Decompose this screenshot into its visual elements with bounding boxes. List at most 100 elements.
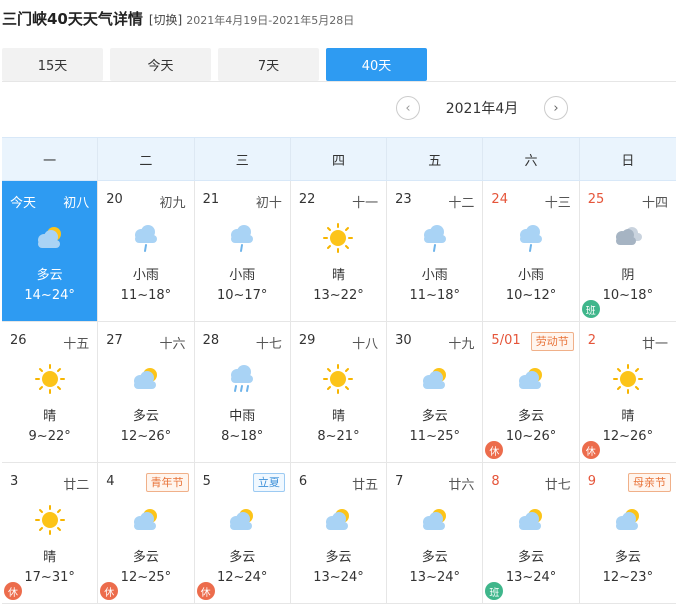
- day-cell[interactable]: 3 廿二晴 17~31° 休: [2, 463, 99, 604]
- temperature-range: 9~22°: [28, 429, 71, 444]
- day-cell[interactable]: 27 十六 多云 12~26°: [98, 322, 195, 463]
- lunar-date: 十九: [448, 337, 475, 352]
- forecast-tabs: 15天 今天 7天 40天: [2, 48, 427, 81]
- day-number: 29: [298, 333, 316, 348]
- day-number: 5: [202, 474, 211, 489]
- switch-city-link[interactable]: [切换]: [149, 11, 182, 28]
- weather-condition: 晴: [43, 409, 57, 424]
- tab-today[interactable]: 今天: [110, 48, 211, 81]
- day-cell[interactable]: 4 青年节 多云 12~25° 休: [98, 463, 195, 604]
- day-number: 26: [10, 333, 27, 348]
- day-cell[interactable]: 22 十一晴 13~22°: [290, 181, 388, 322]
- day-cell[interactable]: 23 十二 小雨 11~18°: [387, 181, 484, 322]
- chevron-left-icon: ‹: [405, 100, 411, 116]
- day-cell-today[interactable]: 今天 初八 多云 14~24°: [2, 181, 99, 322]
- day-number: 8: [491, 474, 500, 489]
- lunar-date: 十一: [352, 196, 379, 211]
- festival-tag: 立夏: [252, 473, 285, 492]
- date-range: 2021年4月19日-2021年5月28日: [186, 14, 355, 27]
- temperature-range: 11~18°: [409, 288, 461, 303]
- day-cell[interactable]: 6 廿五 多云 13~24°: [290, 463, 388, 604]
- day-cell[interactable]: 7 廿六 多云 13~24°: [387, 463, 484, 604]
- temperature-range: 8~18°: [221, 429, 264, 444]
- day-cell[interactable]: 25 十四阴 10~18° 班: [579, 181, 676, 322]
- sun-icon: [610, 363, 646, 395]
- workday-badge: 班: [485, 582, 504, 600]
- lunar-date: 廿二: [63, 478, 90, 493]
- tab-40-days[interactable]: 40天: [326, 48, 427, 81]
- weekday-mon: 一: [2, 138, 99, 180]
- partly-cloudy-icon: [513, 504, 549, 536]
- day-cell[interactable]: 9 母亲节 多云 12~23°: [579, 463, 676, 604]
- weather-condition: 小雨: [421, 268, 448, 283]
- weekday-header: 一 二 三 四 五 六 日: [2, 137, 676, 181]
- weather-condition: 多云: [421, 409, 448, 424]
- tabs-divider: [2, 81, 676, 82]
- tab-15-days[interactable]: 15天: [2, 48, 103, 81]
- lunar-date: 十八: [352, 337, 379, 352]
- temperature-range: 11~25°: [409, 429, 461, 444]
- weather-condition: 多云: [518, 409, 545, 424]
- temperature-range: 13~22°: [313, 288, 364, 303]
- lunar-date: 廿五: [352, 478, 379, 493]
- page-title: 三门峡40天天气详情: [2, 10, 143, 28]
- partly-cloudy-icon: [224, 504, 260, 536]
- temperature-range: 10~17°: [216, 288, 268, 303]
- holiday-badge: 休: [485, 441, 504, 459]
- weather-condition: 多云: [36, 268, 63, 283]
- weather-condition: 晴: [331, 409, 345, 424]
- holiday-badge: 休: [100, 582, 119, 600]
- day-cell[interactable]: 21 初十 小雨 10~17°: [194, 181, 291, 322]
- page-header: 三门峡40天天气详情 [切换] 2021年4月19日-2021年5月28日: [2, 8, 354, 34]
- light-rain-icon: [224, 222, 260, 254]
- weather-condition: 多云: [132, 550, 159, 565]
- chevron-right-icon: ›: [553, 100, 559, 116]
- weather-condition: 多云: [614, 550, 641, 565]
- sun-icon: [32, 363, 68, 395]
- light-rain-icon: [513, 222, 549, 254]
- partly-cloudy-icon: [417, 504, 453, 536]
- weather-condition: 多云: [229, 550, 256, 565]
- tab-7-days[interactable]: 7天: [218, 48, 319, 81]
- weather-condition: 多云: [132, 409, 159, 424]
- day-number: 2: [587, 333, 596, 348]
- festival-tag: 母亲节: [627, 473, 671, 492]
- day-number: 25: [587, 192, 605, 207]
- light-rain-icon: [417, 222, 453, 254]
- weekday-sat: 六: [483, 138, 580, 180]
- day-cell[interactable]: 20 初九 小雨 11~18°: [98, 181, 195, 322]
- day-cell[interactable]: 2 廿一晴 12~26° 休: [579, 322, 676, 463]
- day-cell[interactable]: 28 十七 中雨 8~18°: [194, 322, 291, 463]
- festival-tag: 青年节: [145, 473, 189, 492]
- day-cell[interactable]: 5/01 劳动节 多云 10~26° 休: [483, 322, 580, 463]
- day-cell[interactable]: 30 十九 多云 11~25°: [387, 322, 484, 463]
- lunar-date: 廿六: [448, 478, 475, 493]
- next-month-button[interactable]: ›: [544, 96, 568, 120]
- day-cell[interactable]: 29 十八晴 8~21°: [290, 322, 388, 463]
- temperature-range: 12~26°: [120, 429, 172, 444]
- weather-condition: 小雨: [229, 268, 256, 283]
- prev-month-button[interactable]: ‹: [396, 96, 420, 120]
- day-cell[interactable]: 8 廿七 多云 13~24° 班: [483, 463, 580, 604]
- day-cell[interactable]: 5 立夏 多云 12~24° 休: [194, 463, 291, 604]
- partly-cloudy-icon: [610, 504, 646, 536]
- overcast-icon: [610, 222, 646, 254]
- lunar-date: 初九: [159, 196, 186, 211]
- day-cell[interactable]: 26 十五晴 9~22°: [2, 322, 99, 463]
- weekday-fri: 五: [387, 138, 484, 180]
- day-number: 24: [491, 192, 508, 207]
- sun-icon: [320, 363, 356, 395]
- temperature-range: 10~12°: [505, 288, 557, 303]
- sun-icon: [320, 222, 356, 254]
- festival-tag: 劳动节: [530, 332, 574, 351]
- temperature-range: 13~24°: [409, 570, 461, 585]
- weather-condition: 阴: [621, 268, 635, 283]
- day-grid: 今天 初八 多云 14~24° 20 初九 小雨 11~18° 21 初十 小雨 10~17° 22 十一…: [2, 181, 676, 604]
- day-number: 4: [106, 474, 115, 489]
- partly-cloudy-icon: [417, 363, 453, 395]
- day-number: 3: [10, 474, 19, 489]
- partly-cloudy-icon: [513, 363, 549, 395]
- light-rain-icon: [128, 222, 164, 254]
- day-number: 20: [106, 192, 123, 207]
- day-cell[interactable]: 24 十三 小雨 10~12°: [483, 181, 580, 322]
